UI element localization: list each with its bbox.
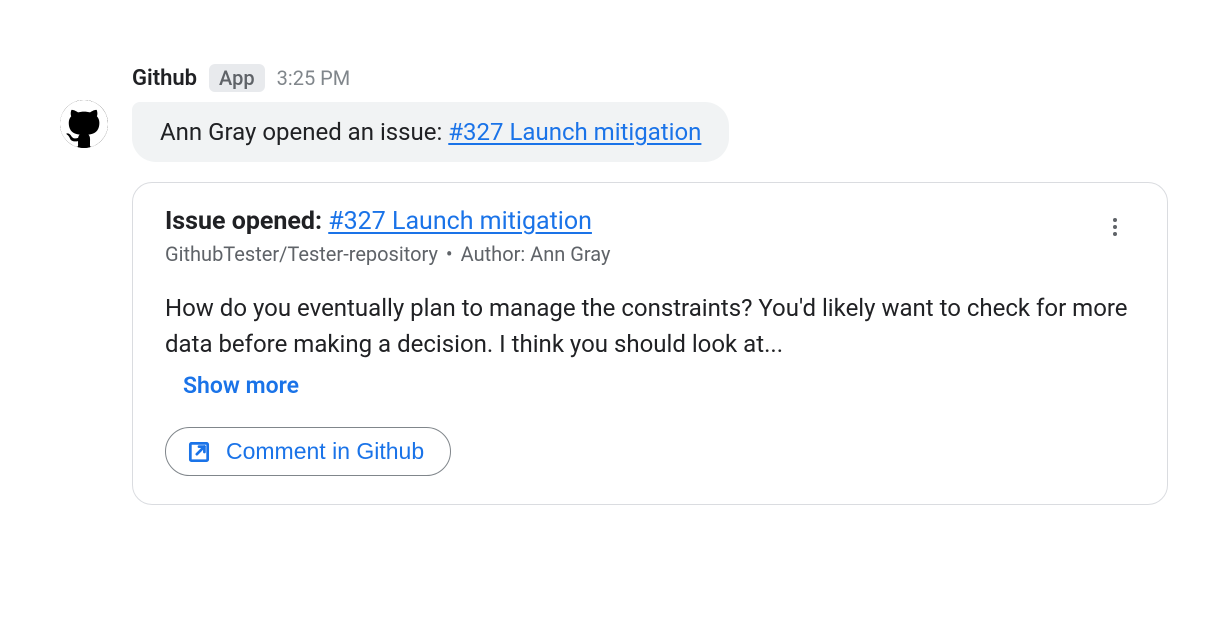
message-header: Github App 3:25 PM [132,64,1168,92]
issue-title: Issue opened: #327 Launch mitigation [165,207,1095,236]
issue-card: Issue opened: #327 Launch mitigation Git… [132,182,1168,505]
issue-title-link[interactable]: #327 Launch mitigation [328,207,592,236]
message-row: Github App 3:25 PM Ann Gray opened an is… [60,64,1168,505]
issue-author: Author: Ann Gray [461,242,611,266]
issue-header: Issue opened: #327 Launch mitigation Git… [165,207,1135,266]
meta-separator: • [446,242,453,266]
app-badge: App [209,64,265,92]
github-avatar [60,100,108,148]
message-content: Github App 3:25 PM Ann Gray opened an is… [132,64,1168,505]
summary-text: Ann Gray opened an issue: [160,118,448,146]
action-label: Comment in Github [226,438,424,465]
issue-repo: GithubTester/Tester-repository [165,242,438,266]
more-vert-icon [1103,215,1127,239]
github-icon [60,100,108,148]
message-card: Github App 3:25 PM Ann Gray opened an is… [0,0,1228,620]
more-options-button[interactable] [1095,207,1135,247]
comment-in-github-button[interactable]: Comment in Github [165,427,451,476]
issue-title-prefix: Issue opened: [165,207,328,236]
open-external-icon [186,439,212,465]
issue-title-block: Issue opened: #327 Launch mitigation Git… [165,207,1095,266]
issue-meta: GithubTester/Tester-repository • Author: A… [165,242,1095,266]
summary-issue-link[interactable]: #327 Launch mitigation [448,118,701,146]
summary-bubble: Ann Gray opened an issue: #327 Launch mi… [132,102,729,162]
timestamp: 3:25 PM [277,66,351,90]
show-more-button[interactable]: Show more [183,372,299,399]
action-row: Comment in Github [165,427,1135,476]
issue-body: How do you eventually plan to manage the… [165,290,1135,362]
sender-name: Github [132,66,197,91]
